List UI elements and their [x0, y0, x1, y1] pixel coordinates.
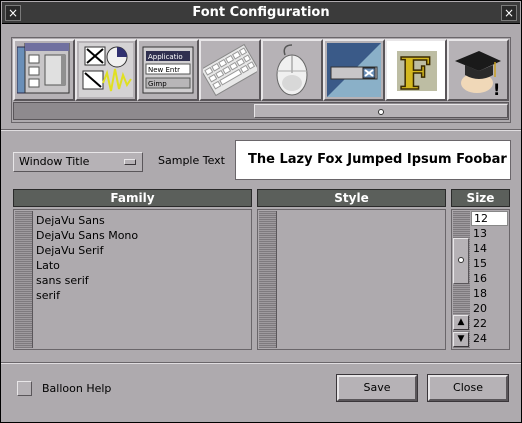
size-list-item[interactable]: 22: [471, 316, 508, 331]
svg-text:F: F: [399, 49, 430, 97]
size-scroll-up-button[interactable]: ▲: [453, 315, 469, 330]
widgets-label-gimp: Gimp: [148, 80, 167, 88]
size-scrollbar-thumb[interactable]: [453, 238, 469, 284]
font-f-icon: F: [397, 48, 437, 97]
window-title: Font Configuration: [192, 5, 330, 20]
scroll-grip-icon: [458, 257, 464, 263]
size-list-item[interactable]: 20: [471, 301, 508, 316]
size-list-item[interactable]: 18: [471, 286, 508, 301]
family-list-item[interactable]: DejaVu Serif: [36, 243, 249, 258]
close-button[interactable]: Close: [427, 374, 509, 402]
mouse-icon: [276, 44, 308, 96]
configuration-toolbar: Applicatio New Entr Gimp F !: [11, 37, 511, 123]
size-scroll-down-button[interactable]: ▼: [453, 332, 469, 347]
family-list-item[interactable]: Lato: [36, 258, 249, 273]
toolbar-scrollbar-thumb[interactable]: [254, 104, 508, 118]
keyboard-tool-button[interactable]: [199, 39, 261, 101]
graduation-cap-icon: !: [455, 51, 501, 97]
mouse-tool-button[interactable]: [261, 39, 323, 101]
separator-bottom: [1, 362, 521, 364]
family-list-item[interactable]: serif: [36, 288, 249, 303]
sample-text-preview: The Lazy Fox Jumped Ipsum Foobar 12: [235, 140, 511, 180]
svg-text:!: !: [493, 80, 500, 97]
desktop-icon: [79, 43, 133, 97]
target-option-menu[interactable]: Window Title: [13, 152, 143, 172]
balloon-help-label: Balloon Help: [42, 382, 112, 395]
fonts-tool-button[interactable]: F: [385, 39, 447, 101]
font-configuration-window: × Font Configuration × Applicatio New En…: [0, 0, 522, 423]
size-list-item[interactable]: 12: [471, 211, 508, 226]
size-list-item[interactable]: 16: [471, 271, 508, 286]
family-list-item[interactable]: DejaVu Sans Mono: [36, 228, 249, 243]
family-list-items: DejaVu Sans DejaVu Sans Mono DejaVu Serif L…: [36, 213, 249, 303]
style-column-header: Style: [257, 189, 446, 207]
widgets-label-new-entry: New Entr: [148, 66, 180, 74]
sample-text-label: Sample Text: [158, 154, 225, 167]
styles-tool-button[interactable]: [323, 39, 385, 101]
toolbar-scrollbar[interactable]: [13, 102, 509, 120]
styles-icon: [327, 43, 381, 97]
family-list-scrollbar[interactable]: [15, 211, 33, 348]
balloon-help-checkbox[interactable]: [17, 381, 32, 396]
family-list-item[interactable]: DejaVu Sans: [36, 213, 249, 228]
size-list-item[interactable]: 15: [471, 256, 508, 271]
size-list[interactable]: ▲ ▼ 12 13 14 15 16 18 20 22 24: [451, 209, 510, 350]
size-list-item[interactable]: 24: [471, 331, 508, 346]
widgets-icon: Applicatio New Entr Gimp: [142, 46, 194, 94]
widgets-label-applicatio: Applicatio: [148, 53, 183, 61]
family-column-header: Family: [13, 189, 252, 207]
size-list-items: 12 13 14 15 16 18 20 22 24: [471, 211, 508, 346]
save-button[interactable]: Save: [336, 374, 418, 402]
widgets-tool-button[interactable]: Applicatio New Entr Gimp: [137, 39, 199, 101]
size-list-item[interactable]: 13: [471, 226, 508, 241]
desktop-tool-button[interactable]: [75, 39, 137, 101]
size-column-header: Size: [451, 189, 510, 207]
scroll-grip-icon: [378, 109, 384, 115]
style-list[interactable]: [257, 209, 446, 350]
keyboard-icon: [203, 43, 257, 97]
style-list-scrollbar[interactable]: [259, 211, 277, 348]
option-menu-indicator-icon: [124, 159, 136, 165]
tips-tool-button[interactable]: !: [447, 39, 509, 101]
separator-top: [1, 129, 521, 131]
family-list-item[interactable]: sans serif: [36, 273, 249, 288]
window-icon: [17, 43, 70, 94]
target-option-menu-value: Window Title: [19, 155, 90, 168]
windows-tool-button[interactable]: [13, 39, 75, 101]
title-bar[interactable]: × Font Configuration ×: [2, 2, 520, 24]
window-close-button[interactable]: ×: [501, 5, 517, 21]
size-list-item[interactable]: 14: [471, 241, 508, 256]
size-list-scrollbar[interactable]: ▲ ▼: [453, 211, 470, 348]
family-list[interactable]: DejaVu Sans DejaVu Sans Mono DejaVu Serif L…: [13, 209, 252, 350]
